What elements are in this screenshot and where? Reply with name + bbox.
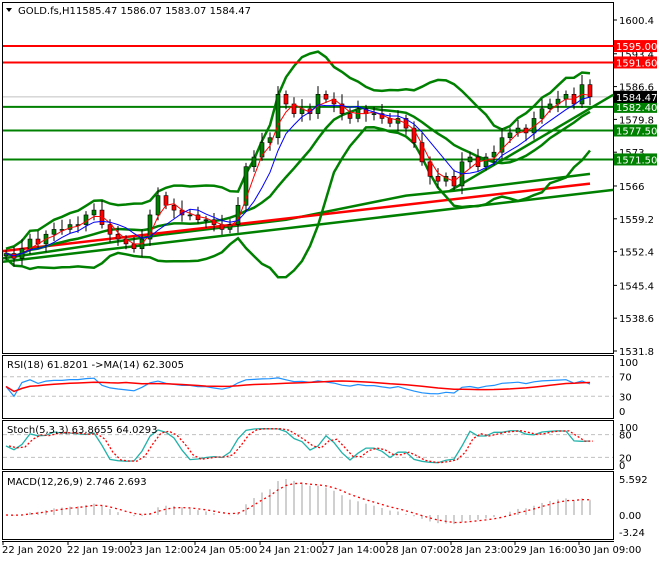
candle-body <box>275 94 281 139</box>
candle-body <box>187 214 193 217</box>
candle-body <box>315 94 321 114</box>
stoch-tick-label: 0 <box>619 461 625 472</box>
rsi-label: RSI(18) 61.8201 ->MA(14) 62.3005 <box>7 360 184 371</box>
level-tag-label: 1595.00 <box>616 42 657 53</box>
candle-body <box>83 214 89 225</box>
time-tick-label: 24 Jan 05:00 <box>194 545 257 556</box>
candle-body <box>539 108 545 119</box>
candle-body <box>483 156 489 167</box>
candle-body <box>427 161 433 177</box>
rsi-tick-label: 70 <box>619 373 632 384</box>
symbol-label: GOLD.fs,H1 <box>18 6 76 17</box>
time-tick-label: 22 Jan 19:00 <box>67 545 130 556</box>
price-tick-label: 1566 <box>619 182 644 193</box>
price-tick-label: 1545.4 <box>619 281 654 292</box>
candle-body <box>347 113 353 119</box>
candle-body <box>283 94 289 105</box>
candle-body <box>51 229 57 235</box>
trading-chart[interactable]: 1600.41593.41586.61579.8157315661559.215… <box>0 0 660 560</box>
macd-tick-label: -3.24 <box>619 528 645 539</box>
macd-tick-label: 5.592 <box>619 475 648 486</box>
price-tick-label: 1531.8 <box>619 347 654 358</box>
time-tick-label: 30 Jan 09:00 <box>578 545 641 556</box>
time-tick-label: 27 Jan 14:00 <box>322 545 385 556</box>
time-tick-label: 28 Jan 07:00 <box>386 545 449 556</box>
macd-tick-label: 0.00 <box>619 511 641 522</box>
candle-body <box>419 142 425 163</box>
level-tag-label: 1571.50 <box>616 155 657 166</box>
candle-body <box>251 156 257 167</box>
candle-body <box>131 243 137 250</box>
ohlc-label: 1585.47 1586.07 1583.07 1584.47 <box>76 6 251 17</box>
rsi-tick-label: 30 <box>619 392 632 403</box>
candle-body <box>115 233 121 240</box>
rsi-tick-label: 0 <box>619 407 625 418</box>
candle-body <box>507 132 513 139</box>
rsi-tick-label: 100 <box>619 358 638 369</box>
candle-body <box>155 195 161 216</box>
time-tick-label: 29 Jan 16:00 <box>514 545 577 556</box>
candle-body <box>467 156 473 163</box>
level-tag-label: 1582.40 <box>616 103 657 114</box>
level-tag-label: 1591.60 <box>616 58 657 69</box>
price-tick-label: 1559.2 <box>619 215 654 226</box>
candle-body <box>435 176 441 182</box>
price-tick-label: 1552.4 <box>619 248 654 259</box>
candle-body <box>27 238 33 250</box>
candle-body <box>323 94 329 100</box>
time-tick-label: 24 Jan 21:00 <box>259 545 322 556</box>
candle-body <box>371 113 377 115</box>
time-tick-label: 22 Jan 2020 <box>2 545 62 556</box>
candle <box>275 86 281 145</box>
time-tick-label: 28 Jan 23:00 <box>450 545 513 556</box>
candle-body <box>163 195 169 206</box>
price-tick-label: 1600.4 <box>619 16 654 27</box>
stoch-label: Stoch(5,3,3) 63.8655 64.0293 <box>7 425 158 436</box>
candle-body <box>171 204 177 211</box>
macd-label: MACD(12,26,9) 2.746 2.693 <box>7 477 147 488</box>
candle-body <box>91 209 97 216</box>
current-price-label: 1584.47 <box>616 93 657 104</box>
candle-body <box>547 103 553 110</box>
level-tag-label: 1577.50 <box>616 126 657 137</box>
candle <box>243 162 249 213</box>
stoch-tick-label: 80 <box>619 431 632 442</box>
candle-body <box>563 94 569 100</box>
price-tick-label: 1538.6 <box>619 314 654 325</box>
candle-body <box>107 224 113 235</box>
time-tick-label: 23 Jan 12:00 <box>130 545 193 556</box>
candle-body <box>203 219 209 222</box>
